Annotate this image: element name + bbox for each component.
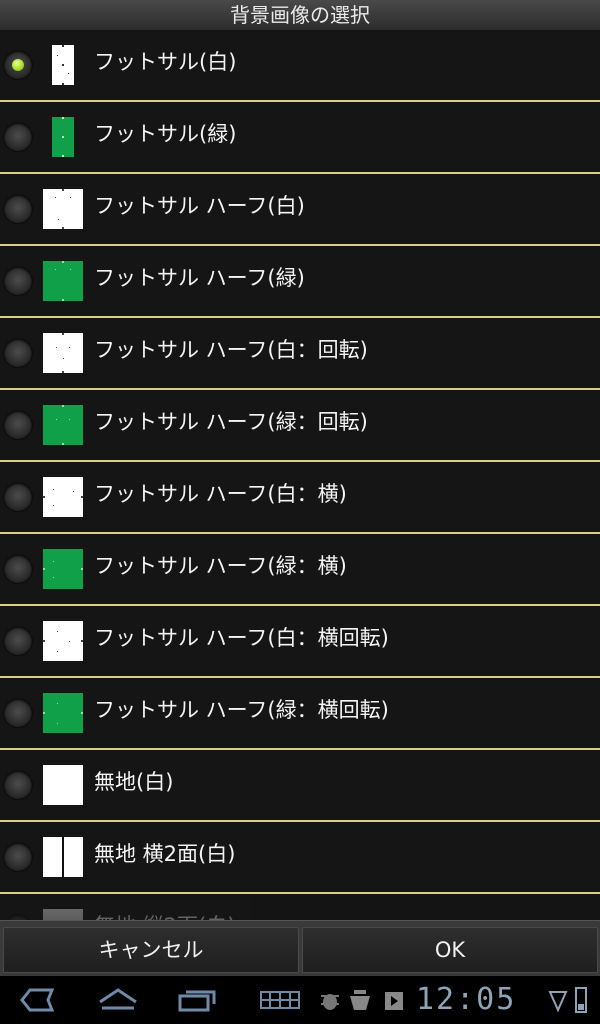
signal-icon [548, 984, 568, 1020]
item-label: フットサル ハーフ(白：回転) [94, 338, 368, 362]
item-label: フットサル(緑) [94, 122, 237, 146]
list-item-0[interactable]: フットサル(白) [0, 30, 600, 100]
list-item-3[interactable]: フットサル ハーフ(緑) [0, 246, 600, 316]
usb-icon [346, 984, 374, 1020]
debug-icon [318, 984, 342, 1020]
list-item-6[interactable]: フットサル ハーフ(白：横) [0, 462, 600, 532]
plain-split-thumbnail [43, 837, 83, 877]
radio-button[interactable] [4, 771, 32, 799]
background-image-list[interactable]: フットサル(白) フットサル(緑) フットサル ハーフ(白) フットサル ハーフ… [0, 30, 600, 920]
home-icon[interactable] [96, 984, 140, 1020]
court-thumbnail [43, 333, 83, 373]
radio-button[interactable] [4, 123, 32, 151]
radio-button[interactable] [4, 267, 32, 295]
clock: 12:05 [416, 982, 517, 1017]
item-label: フットサル ハーフ(白) [94, 194, 305, 218]
radio-button[interactable] [4, 555, 32, 583]
item-label: 無地 横2面(白) [94, 842, 236, 866]
item-label: 無地(白) [94, 770, 174, 794]
recent-apps-icon[interactable] [176, 984, 220, 1020]
list-item-11[interactable]: 無地 横2面(白) [0, 822, 600, 892]
ok-button[interactable]: OK [302, 927, 598, 973]
list-item-8[interactable]: フットサル ハーフ(白：横回転) [0, 606, 600, 676]
radio-button[interactable] [4, 627, 32, 655]
item-label: フットサル ハーフ(白：横) [94, 482, 347, 506]
plain-thumbnail [43, 765, 83, 805]
item-label: フットサル ハーフ(緑：横回転) [94, 698, 389, 722]
radio-button[interactable] [4, 339, 32, 367]
item-label: フットサル ハーフ(緑：回転) [94, 410, 368, 434]
list-item-7[interactable]: フットサル ハーフ(緑：横) [0, 534, 600, 604]
list-item-5[interactable]: フットサル ハーフ(緑：回転) [0, 390, 600, 460]
list-item-2[interactable]: フットサル ハーフ(白) [0, 174, 600, 244]
radio-button[interactable] [4, 843, 32, 871]
court-thumbnail [43, 189, 83, 229]
court-thumbnail [43, 693, 83, 733]
plain-split-vertical-thumbnail [43, 909, 83, 920]
court-thumbnail [43, 117, 83, 157]
list-item-1[interactable]: フットサル(緑) [0, 102, 600, 172]
item-label: フットサル ハーフ(緑：横) [94, 554, 347, 578]
item-label: フットサル(白) [94, 50, 237, 74]
court-thumbnail [43, 477, 83, 517]
court-thumbnail [43, 45, 83, 85]
item-label: フットサル ハーフ(白：横回転) [94, 626, 389, 650]
list-item-9[interactable]: フットサル ハーフ(緑：横回転) [0, 678, 600, 748]
cancel-button[interactable]: キャンセル [3, 927, 299, 973]
item-label: 無地 縦2面(白) [94, 894, 235, 920]
court-thumbnail [43, 261, 83, 301]
notification-icon [382, 984, 406, 1020]
radio-button[interactable] [4, 195, 32, 223]
radio-button[interactable] [4, 699, 32, 727]
battery-icon [572, 984, 590, 1020]
court-thumbnail [43, 405, 83, 445]
list-item-10[interactable]: 無地(白) [0, 750, 600, 820]
radio-button[interactable] [4, 411, 32, 439]
system-bar: 12:05 [0, 976, 600, 1024]
keyboard-icon[interactable] [258, 984, 302, 1020]
court-thumbnail [43, 621, 83, 661]
item-label: フットサル ハーフ(緑) [94, 266, 305, 290]
radio-button[interactable] [4, 483, 32, 511]
list-item-4[interactable]: フットサル ハーフ(白：回転) [0, 318, 600, 388]
court-thumbnail [43, 549, 83, 589]
dialog-button-bar: キャンセル OK [0, 920, 600, 977]
back-icon[interactable] [18, 984, 58, 1020]
radio-button[interactable] [4, 51, 32, 79]
list-item-12[interactable]: 無地 縦2面(白) [0, 894, 600, 920]
dialog-title: 背景画像の選択 [0, 0, 600, 30]
